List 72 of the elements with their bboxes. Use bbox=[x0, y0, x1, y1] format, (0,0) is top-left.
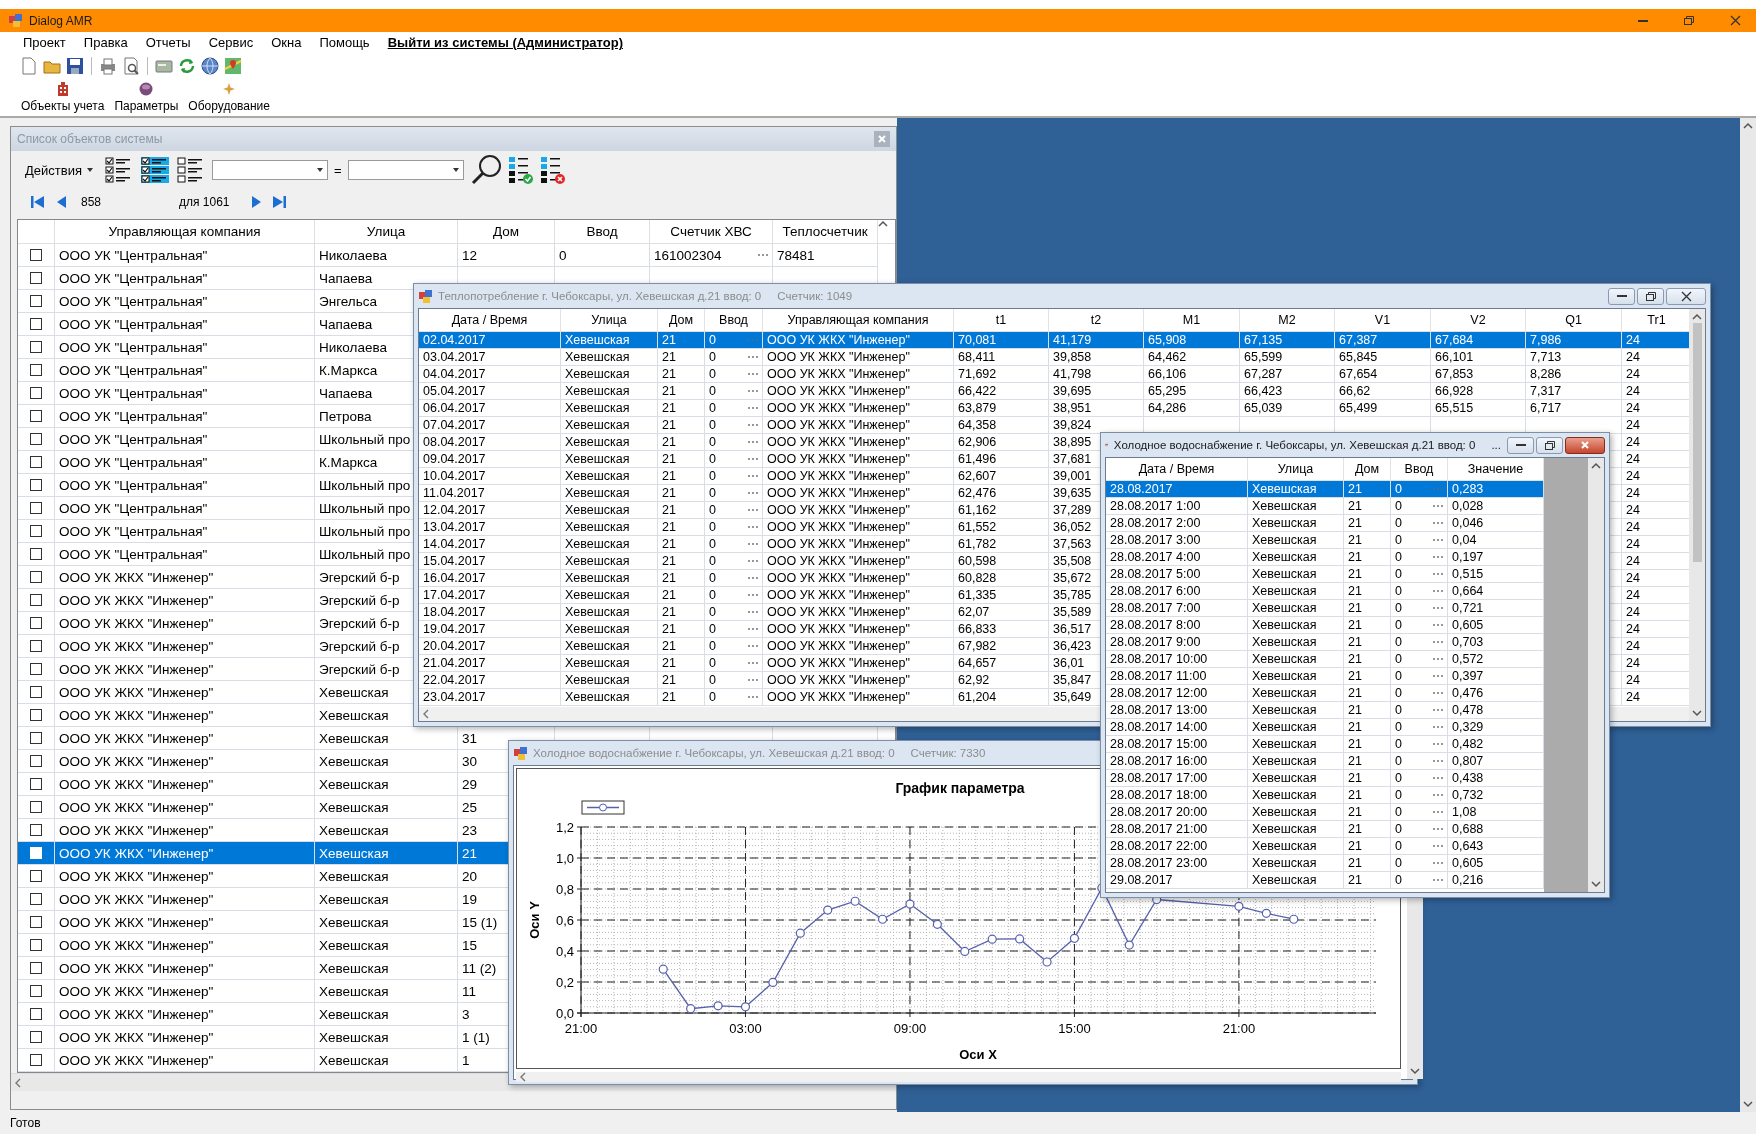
table-cell: 0 bbox=[1395, 822, 1402, 836]
table-cell: 0 bbox=[1395, 584, 1402, 598]
table-cell: 0 bbox=[1395, 686, 1402, 700]
tick-label: 0,6 bbox=[555, 913, 574, 928]
title-note: ... bbox=[1491, 439, 1501, 451]
table-cell: Хевешская bbox=[561, 689, 658, 706]
table-cell: 0 bbox=[1395, 873, 1402, 887]
table-cell: 0 bbox=[709, 350, 716, 364]
table-cell: 0 bbox=[709, 673, 716, 687]
window-title: Dialog AMR bbox=[29, 13, 93, 28]
table-cell: 0 bbox=[1395, 618, 1402, 632]
tick-label: 1,2 bbox=[555, 820, 574, 835]
table-cell: 0 bbox=[709, 588, 716, 602]
table-cell: 0 bbox=[1395, 737, 1402, 751]
table-cell: 0 bbox=[1395, 499, 1402, 513]
table-cell: 0 bbox=[709, 571, 716, 585]
table-cell: 0 bbox=[1395, 720, 1402, 734]
table-cell: 0 bbox=[1395, 669, 1402, 683]
table-cell: 161002304 bbox=[654, 247, 722, 263]
table-cell: 0 bbox=[709, 690, 716, 704]
table-cell: 0 bbox=[709, 503, 716, 517]
table-cell: 0 bbox=[1395, 788, 1402, 802]
table-cell: 0 bbox=[709, 435, 716, 449]
table-cell: 0 bbox=[709, 384, 716, 398]
table-cell: 0 bbox=[1395, 516, 1402, 530]
table-cell: 21 bbox=[1344, 872, 1391, 889]
title-note: Счетчик: 7330 bbox=[910, 747, 986, 759]
table-cell: 0 bbox=[1395, 550, 1402, 564]
table-cell: ООО УК ЖКХ "Инженер" bbox=[55, 1049, 315, 1072]
table-cell: Хевешская bbox=[315, 1049, 458, 1072]
table-cell: 0 bbox=[709, 622, 716, 636]
tick-label: 1,0 bbox=[555, 851, 574, 866]
table-cell: 0 bbox=[1395, 652, 1402, 666]
table-cell: 0 bbox=[1395, 703, 1402, 717]
table-cell: 0 bbox=[1395, 839, 1402, 853]
table-cell: 0 bbox=[1395, 567, 1402, 581]
tick-label: 0,4 bbox=[555, 944, 574, 959]
table-cell: 0 bbox=[709, 333, 716, 347]
table-cell: 21 bbox=[658, 689, 705, 706]
table-cell: Хевешская bbox=[1248, 872, 1344, 889]
axis-title: Оси X bbox=[959, 1047, 997, 1062]
table-cell: 29.08.2017 bbox=[1106, 872, 1248, 889]
table-cell: 61,204 bbox=[954, 689, 1049, 706]
table-cell: 0 bbox=[709, 537, 716, 551]
table-cell: 0 bbox=[709, 605, 716, 619]
tick-label: 21:00 bbox=[1222, 1021, 1256, 1036]
table-cell: 0 bbox=[709, 452, 716, 466]
tick-label: 15:00 bbox=[1058, 1021, 1091, 1036]
table-cell: 0 bbox=[1395, 771, 1402, 785]
table-cell: 0 bbox=[1395, 754, 1402, 768]
table-cell: ООО УК ЖКХ "Инженер" bbox=[763, 689, 954, 706]
panel-title: Список объектов системы bbox=[17, 132, 164, 146]
title-note: Счетчик: 1049 bbox=[777, 290, 853, 302]
table-cell: 0 bbox=[1395, 635, 1402, 649]
tick-label: 09:00 bbox=[893, 1021, 927, 1036]
table-cell: 0 bbox=[709, 656, 716, 670]
table-cell: 0 bbox=[709, 554, 716, 568]
tick-label: 0,0 bbox=[555, 1006, 574, 1021]
table-cell: 0 bbox=[1395, 856, 1402, 870]
page-total-label: для 1061 bbox=[179, 195, 230, 209]
operator-label: = bbox=[333, 162, 342, 178]
table-cell: 0 bbox=[1395, 533, 1402, 547]
chart-title: График параметра bbox=[895, 780, 1025, 796]
table-cell: 0 bbox=[709, 639, 716, 653]
table-cell: 23.04.2017 bbox=[419, 689, 561, 706]
table-cell: 0 bbox=[709, 520, 716, 534]
table-cell: 0 bbox=[709, 486, 716, 500]
table-cell: 0 bbox=[709, 367, 716, 381]
table-cell: 0 bbox=[1395, 601, 1402, 615]
status-text: Готов bbox=[10, 1116, 41, 1130]
table-cell: 0 bbox=[1395, 482, 1402, 496]
table-cell: 0 bbox=[1395, 805, 1402, 819]
